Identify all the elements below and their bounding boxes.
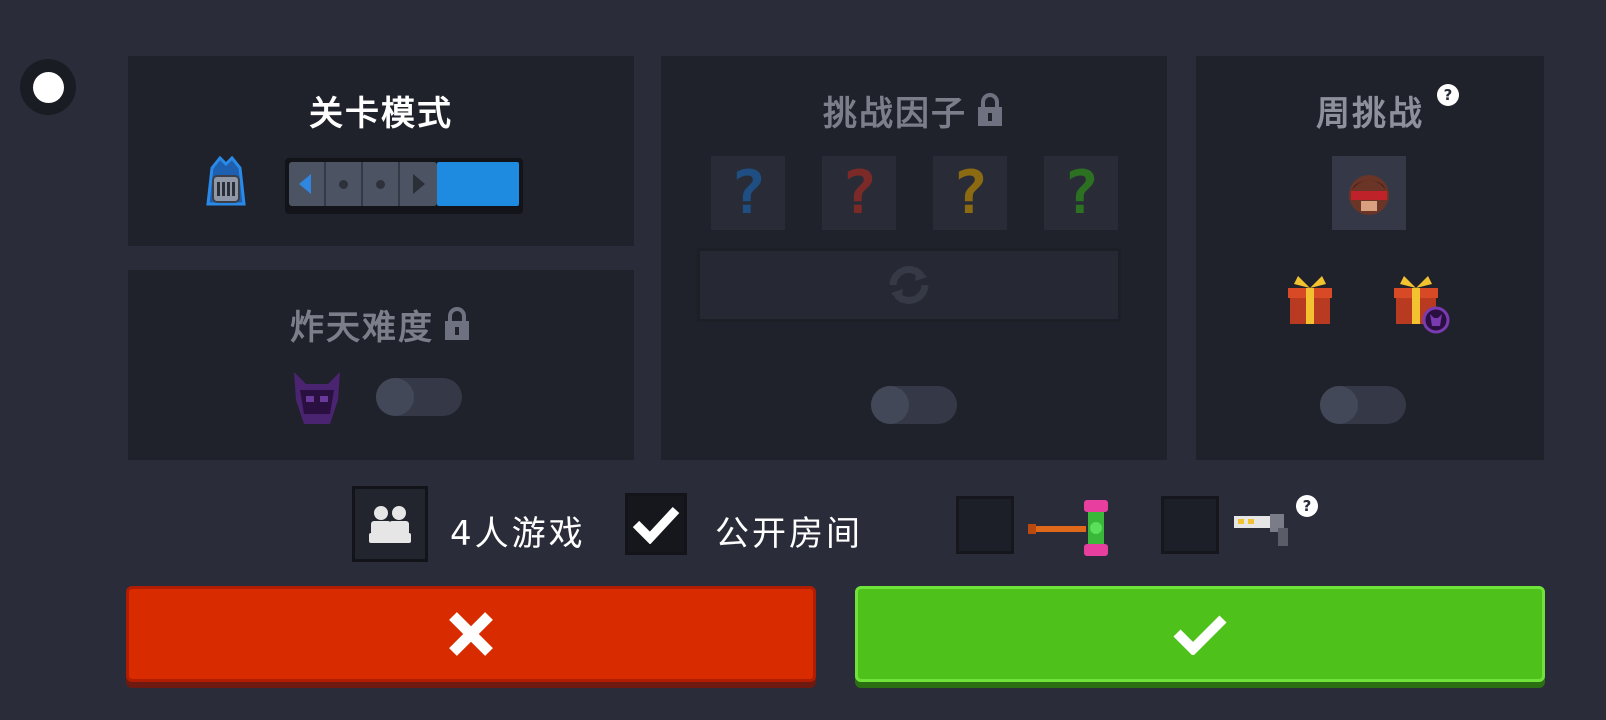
multiplayer-label: 4人游戏 <box>450 514 586 554</box>
help-icon[interactable]: ? <box>1437 84 1459 106</box>
close-icon <box>449 612 493 656</box>
reroll-button[interactable] <box>697 248 1121 322</box>
difficulty-toggle[interactable] <box>376 378 462 416</box>
factor-card-red[interactable]: ? <box>822 156 896 230</box>
arrow-right-icon[interactable] <box>413 174 425 194</box>
mode-selected-fill <box>437 162 519 206</box>
public-room-label: 公开房间 <box>715 514 863 554</box>
difficulty-title: 炸天难度 <box>128 300 634 351</box>
hammer-checkbox[interactable] <box>956 496 1014 554</box>
challenge-factor-title-text: 挑战因子 <box>823 94 967 134</box>
factor-card-yellow[interactable]: ? <box>933 156 1007 230</box>
gun-checkbox[interactable] <box>1161 496 1219 554</box>
checkmark-icon <box>632 506 680 544</box>
demon-mask-icon <box>294 372 340 424</box>
checkmark-icon <box>1173 615 1227 655</box>
floating-dot-icon <box>32 71 64 103</box>
challenge-factor-title: 挑战因子 <box>661 86 1167 137</box>
gun-weapon-icon <box>1234 514 1288 546</box>
lock-icon <box>975 92 1005 137</box>
question-mark-icon: ? <box>729 158 767 228</box>
difficulty-title-text: 炸天难度 <box>290 308 434 348</box>
toggle-knob <box>1320 386 1358 424</box>
weekly-hero-card[interactable] <box>1332 156 1406 230</box>
challenge-factor-toggle[interactable] <box>871 386 957 424</box>
public-room-checkbox[interactable] <box>625 493 687 555</box>
toggle-knob <box>871 386 909 424</box>
question-mark-icon: ? <box>840 158 878 228</box>
refresh-icon <box>889 266 929 304</box>
mode-segments <box>289 162 437 206</box>
weekly-challenge-title: 周挑战 <box>1196 86 1544 135</box>
gift-with-badge-icon <box>1394 276 1450 334</box>
stage-mode-panel: 关卡模式 <box>128 56 634 246</box>
floating-menu-button[interactable] <box>20 59 76 115</box>
question-mark-icon: ? <box>951 158 989 228</box>
confirm-button[interactable] <box>855 586 1545 682</box>
factor-card-blue[interactable]: ? <box>711 156 785 230</box>
question-mark-icon: ? <box>1062 158 1100 228</box>
lock-icon <box>442 306 472 351</box>
challenge-factor-panel: 挑战因子 ? ? ? ? <box>661 56 1167 460</box>
toggle-knob <box>376 378 414 416</box>
arrow-left-icon[interactable] <box>299 174 311 194</box>
game-settings-screen: 关卡模式 炸天难度 挑战因子 ? ? ? ? 周挑战 ? 4人游戏 公开房间 ? <box>0 0 1606 720</box>
hammer-weapon-icon <box>1028 500 1108 556</box>
weekly-challenge-panel: 周挑战 ? <box>1196 56 1544 460</box>
cancel-button[interactable] <box>126 586 816 682</box>
weekly-challenge-title-text: 周挑战 <box>1316 94 1424 134</box>
stage-mode-selector[interactable] <box>285 158 523 214</box>
difficulty-panel: 炸天难度 <box>128 270 634 460</box>
factor-card-green[interactable]: ? <box>1044 156 1118 230</box>
multiplayer-button[interactable] <box>352 486 428 562</box>
weekly-challenge-toggle[interactable] <box>1320 386 1406 424</box>
players-icon <box>369 506 411 543</box>
help-icon[interactable]: ? <box>1296 495 1318 517</box>
hero-portrait-icon <box>1349 175 1389 215</box>
knight-helmet-icon <box>206 155 246 206</box>
gift-icon <box>1288 276 1332 324</box>
stage-mode-title: 关卡模式 <box>309 94 453 134</box>
